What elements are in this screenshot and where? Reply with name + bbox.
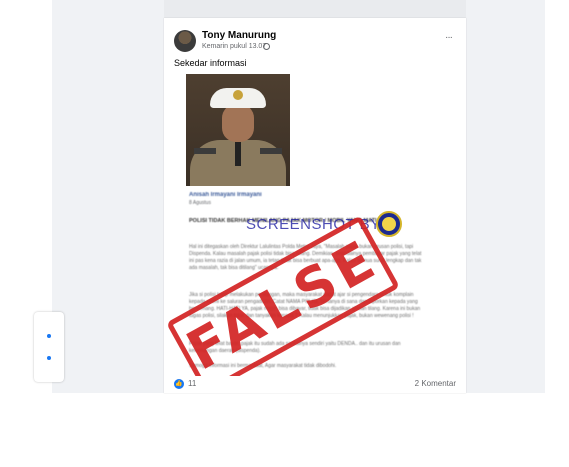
cap-badge-icon [233,90,243,100]
tie-shape [235,142,241,166]
epaulet-shape [194,148,216,154]
side-panel[interactable] [34,312,64,382]
page: Tony Manurung Kemarin pukul 13.07 ··· Se… [0,0,569,467]
more-options-icon[interactable]: ··· [445,32,453,43]
article-author: Anisah Irmayani Irmayani [189,192,262,198]
face-shape [222,104,254,142]
epaulet-shape [260,148,282,154]
post-caption: Sekedar informasi [174,58,247,68]
left-column [52,0,164,393]
nav-dot-icon[interactable] [47,334,51,338]
seal-logo-icon [376,211,402,237]
post-timestamp[interactable]: Kemarin pukul 13.07 [202,43,266,50]
post-author[interactable]: Tony Manurung [202,30,276,41]
officer-photo [186,74,290,186]
avatar[interactable] [174,30,196,52]
reactions-bar: 👍 11 2 Komentar [164,376,466,393]
right-column [466,0,545,393]
reaction-count[interactable]: 11 [188,379,196,388]
nav-dot-icon[interactable] [47,356,51,360]
article-date: 8 Agustus [189,200,211,206]
like-icon[interactable]: 👍 [174,379,184,389]
comment-count[interactable]: 2 Komentar [415,379,456,388]
globe-icon [263,43,270,50]
